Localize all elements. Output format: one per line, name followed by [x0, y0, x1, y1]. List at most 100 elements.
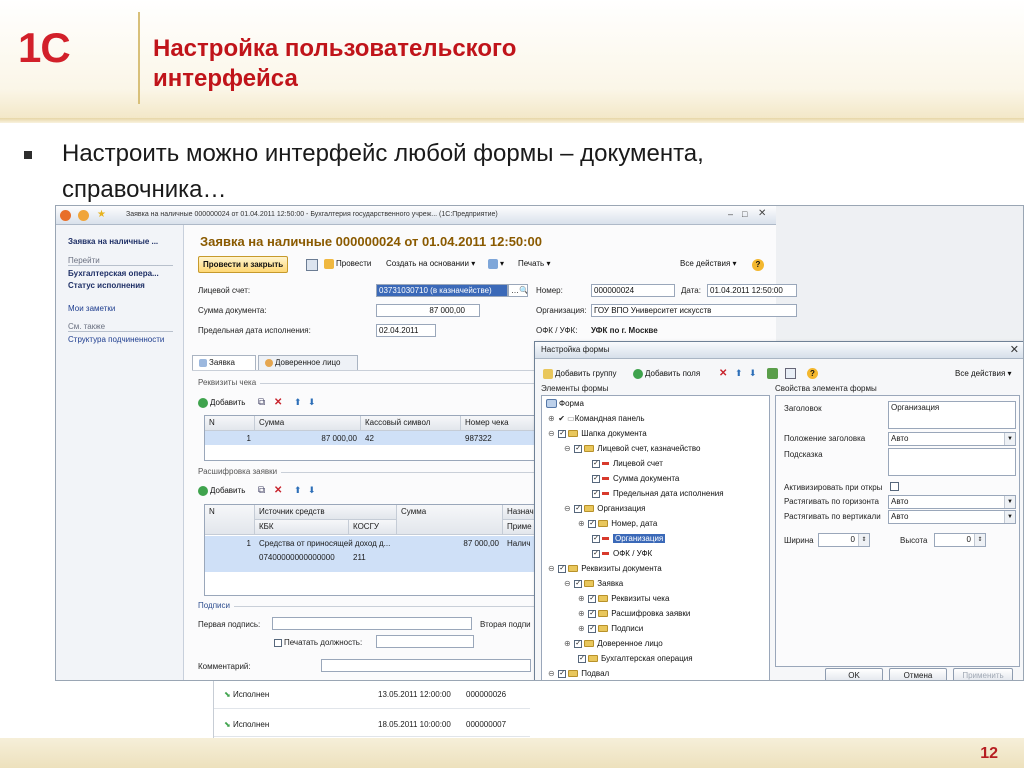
tree-node-doc-requisites[interactable]: ⊖ ✓ Реквизиты документа: [548, 563, 662, 575]
checkbox-checked-icon[interactable]: ✓: [592, 474, 600, 483]
move-up-icon[interactable]: ⬆: [294, 483, 302, 500]
app-menu-icon[interactable]: [60, 210, 71, 221]
breakdown-add-button[interactable]: Добавить: [198, 483, 245, 500]
list-item[interactable]: ⬊ Исполнен 18.05.2011 10:00:00 000000007: [214, 709, 530, 737]
post-and-close-button[interactable]: Провести и закрыть: [198, 256, 289, 273]
chevron-down-icon[interactable]: ▼: [1004, 433, 1015, 445]
tree-node-deadline[interactable]: ✓ Предельная дата исполнения: [592, 488, 724, 500]
checkbox-checked-icon[interactable]: ✓: [592, 534, 600, 543]
maximize-button[interactable]: □: [742, 209, 747, 219]
move-up-icon[interactable]: ⬆: [294, 395, 302, 412]
checkbox-checked-icon[interactable]: ✓: [588, 594, 597, 603]
help-icon[interactable]: ?: [752, 259, 764, 271]
account-input[interactable]: 03731030710 (в казначействе): [376, 284, 508, 297]
tree-node-header[interactable]: ⊖ ✓ Шапка документа: [548, 428, 647, 440]
first-signature-input[interactable]: [272, 617, 472, 630]
checkbox-checked-icon[interactable]: ✓: [588, 624, 597, 633]
checkbox-checked-icon[interactable]: ✓: [574, 579, 583, 588]
tree-node-accounting[interactable]: ✓ Бухгалтерская операция: [578, 653, 693, 665]
print-position-checkbox[interactable]: Печатать должность:: [274, 638, 362, 647]
stretch-vertical-select[interactable]: Авто ▼: [888, 510, 1016, 524]
nav-back-icon[interactable]: [78, 210, 89, 221]
col-kbk[interactable]: КБК: [255, 520, 349, 535]
close-icon[interactable]: ✕: [1010, 344, 1019, 356]
sum-input[interactable]: 87 000,00: [376, 304, 480, 317]
tree-node-account-group[interactable]: ⊖ ✓ Лицевой счет, казначейство: [564, 443, 700, 455]
post-button[interactable]: Провести: [324, 256, 371, 273]
tree-node-account[interactable]: ✓ Лицевой счет: [592, 458, 663, 470]
checkbox-checked-icon[interactable]: ✓: [588, 519, 597, 528]
heading-input[interactable]: Организация: [888, 401, 1016, 429]
checkbox-checked-icon[interactable]: ✓: [574, 444, 583, 453]
sidebar-link-accounting[interactable]: Бухгалтерская опера...: [68, 269, 159, 278]
account-search-icon[interactable]: …🔍: [508, 284, 528, 297]
checkbox-checked-icon[interactable]: ✓: [558, 564, 567, 573]
checkbox-checked-icon[interactable]: ✓: [592, 549, 600, 558]
activate-checkbox[interactable]: [890, 482, 899, 491]
tree-node-check-req[interactable]: ⊕ ✓ Реквизиты чека: [578, 593, 669, 605]
hint-input[interactable]: [888, 448, 1016, 476]
add-fields-button[interactable]: Добавить поля: [633, 366, 700, 383]
collapse-icon[interactable]: ⊖: [564, 578, 572, 590]
tree-node-form[interactable]: Форма: [546, 398, 584, 410]
tree-node-footer[interactable]: ⊖ ✓ Подвал: [548, 668, 609, 680]
tree-node-organization[interactable]: ✓ Организация: [592, 533, 666, 545]
tree-node-signatures[interactable]: ⊕ ✓ Подписи: [578, 623, 643, 635]
cancel-button[interactable]: Отмена: [889, 668, 947, 680]
expand-icon[interactable]: ⊕: [578, 593, 586, 605]
check-add-button[interactable]: Добавить: [198, 395, 245, 412]
checkbox-checked-icon[interactable]: ✓: [578, 654, 586, 663]
tree-node-ofk[interactable]: ✓ ОФК / УФК: [592, 548, 652, 560]
move-down-icon[interactable]: ⬇: [308, 395, 316, 412]
save-icon[interactable]: [306, 259, 318, 271]
copy-icon[interactable]: ⧉: [258, 483, 265, 500]
move-down-icon[interactable]: ⬇: [308, 483, 316, 500]
expand-icon[interactable]: ⊕: [578, 608, 586, 620]
collapse-icon[interactable]: ⊖: [548, 563, 556, 575]
checkbox-checked-icon[interactable]: ✓: [574, 504, 583, 513]
tree-node-number-date[interactable]: ⊕ ✓ Номер, дата: [578, 518, 657, 530]
checkbox-checked-icon[interactable]: ✓: [588, 609, 597, 618]
structure-icon-button[interactable]: ▾: [488, 256, 504, 273]
collapse-icon[interactable]: ⊖: [548, 428, 556, 440]
tree-node-breakdown[interactable]: ⊕ ✓ Расшифровка заявки: [578, 608, 690, 620]
date-input[interactable]: 01.04.2011 12:50:00: [707, 284, 797, 297]
delete-icon[interactable]: ✕: [719, 366, 727, 383]
list-item[interactable]: ⬊ Исполнен 13.05.2011 12:00:00 000000026: [214, 681, 530, 709]
collapse-icon[interactable]: ⊖: [548, 668, 556, 680]
expand-icon[interactable]: ⊕: [578, 518, 586, 530]
minimize-button[interactable]: –: [728, 209, 733, 219]
favorite-star-icon[interactable]: ★: [97, 209, 106, 220]
position-input[interactable]: [376, 635, 474, 648]
sidebar-link-structure[interactable]: Структура подчиненности: [68, 335, 164, 344]
all-actions-menu[interactable]: Все действия ▾: [680, 256, 737, 273]
width-input[interactable]: 0 ⇕: [818, 533, 870, 547]
apply-button[interactable]: Применить: [953, 668, 1013, 680]
dialog-all-actions-menu[interactable]: Все действия ▾: [955, 366, 1012, 383]
chevron-down-icon[interactable]: ▼: [1004, 496, 1015, 508]
expand-icon[interactable]: ⊕: [578, 623, 586, 635]
spinner-icon[interactable]: ⇕: [974, 534, 985, 546]
comment-input[interactable]: [321, 659, 531, 672]
help-icon[interactable]: ?: [807, 368, 818, 379]
deadline-input[interactable]: 02.04.2011: [376, 324, 436, 337]
spinner-icon[interactable]: ⇕: [858, 534, 869, 546]
col-n[interactable]: N: [205, 416, 255, 431]
pages-icon[interactable]: [785, 368, 796, 379]
tree-node-command-panel[interactable]: ⊕ ✔ ▭Командная панель: [548, 413, 645, 425]
move-up-icon[interactable]: ⬆: [735, 366, 743, 383]
chevron-down-icon[interactable]: ▼: [1004, 511, 1015, 523]
add-group-button[interactable]: Добавить группу: [543, 366, 617, 383]
check-all-icon[interactable]: [767, 368, 778, 379]
col-sum[interactable]: Сумма: [255, 416, 361, 431]
checkbox-checked-icon[interactable]: ✓: [574, 639, 583, 648]
delete-icon[interactable]: ✕: [274, 395, 282, 412]
tab-request[interactable]: Заявка: [192, 355, 256, 370]
close-window-button[interactable]: ✕: [758, 208, 766, 219]
print-menu[interactable]: Печать ▾: [518, 256, 550, 273]
heading-position-select[interactable]: Авто ▼: [888, 432, 1016, 446]
checkbox-checked-icon[interactable]: ✓: [592, 489, 600, 498]
sidebar-link-notes[interactable]: Мои заметки: [68, 304, 115, 313]
sidebar-link-status[interactable]: Статус исполнения: [68, 281, 145, 290]
tree-node-trusted[interactable]: ⊕ ✓ Доверенное лицо: [564, 638, 663, 650]
